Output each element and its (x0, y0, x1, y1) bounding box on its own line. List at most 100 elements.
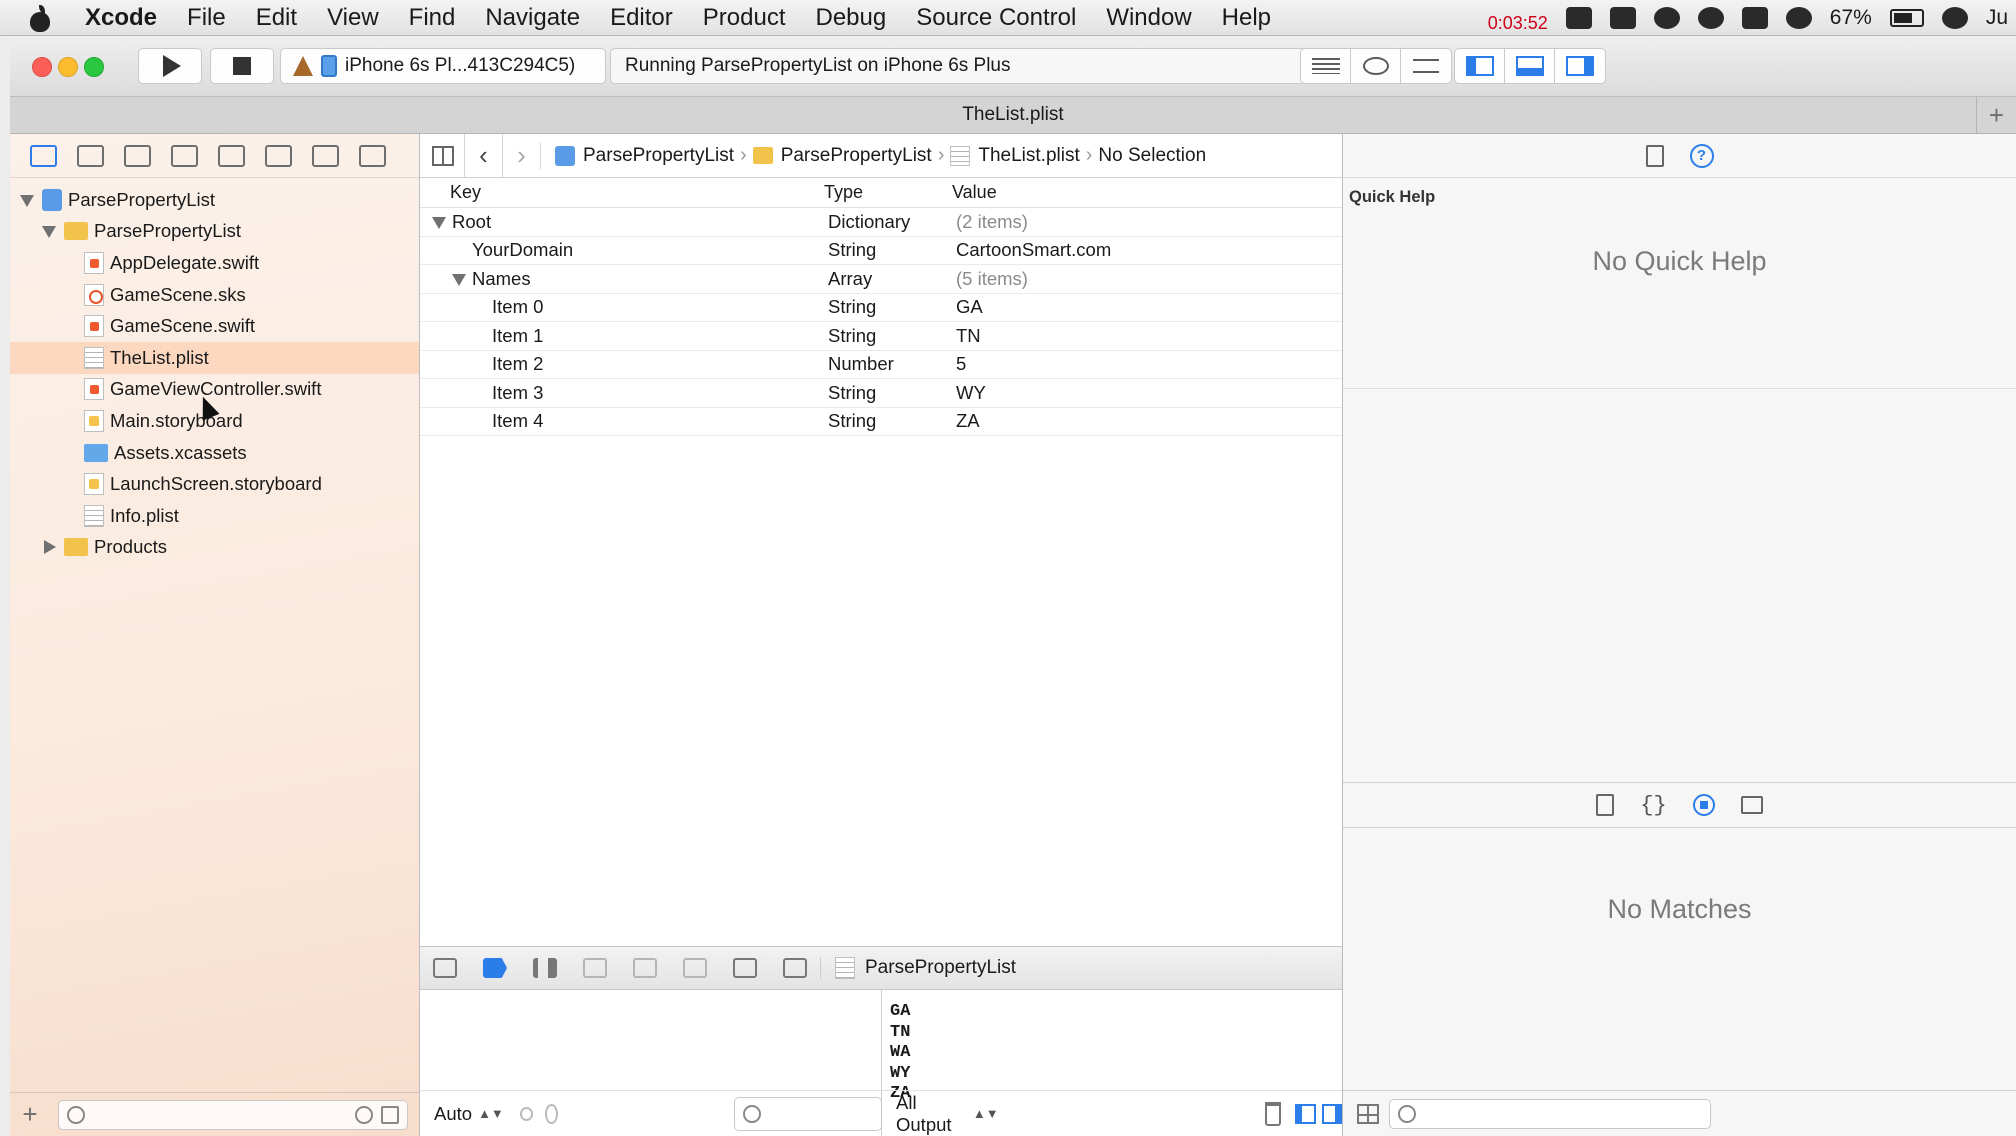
menu-debug[interactable]: Debug (801, 4, 902, 32)
symbol-navigator-icon[interactable] (77, 144, 104, 167)
show-variables-icon[interactable] (1295, 1103, 1316, 1124)
app-status-icon[interactable] (1653, 7, 1680, 29)
menu-find[interactable]: Find (394, 4, 471, 32)
tree-item-file[interactable]: Info.plist (10, 500, 419, 532)
menu-app-name[interactable]: Xcode (70, 4, 172, 32)
debug-navigator-icon[interactable] (265, 144, 292, 167)
scheme-selector[interactable]: iPhone 6s Pl...413C294C5) (280, 48, 606, 84)
breakpoint-navigator-icon[interactable] (312, 144, 339, 167)
menu-navigate[interactable]: Navigate (470, 4, 595, 32)
toggle-navigator-button[interactable] (1455, 49, 1505, 83)
console-output[interactable]: GA TN WA WY ZA (882, 990, 1342, 1105)
breadcrumb-selection[interactable]: No Selection (1092, 145, 1212, 167)
hide-debug-area-icon[interactable] (433, 958, 457, 978)
variables-filter-input[interactable] (733, 1096, 882, 1131)
assistant-editor-button[interactable] (1351, 49, 1401, 83)
zoom-window-button[interactable] (84, 57, 104, 77)
grid-view-icon[interactable] (1357, 1103, 1379, 1124)
plist-row[interactable]: Names Array (5 items) (420, 265, 1342, 294)
pause-icon[interactable] (533, 958, 557, 978)
plist-row[interactable]: Item 0 String GA (420, 294, 1342, 322)
file-inspector-icon[interactable] (1645, 144, 1664, 167)
breadcrumb-group[interactable]: ParsePropertyList (747, 145, 938, 167)
project-navigator-icon[interactable] (30, 144, 57, 167)
menu-edit[interactable]: Edit (241, 4, 312, 32)
navigator-filter-input[interactable] (58, 1099, 408, 1130)
standard-editor-button[interactable] (1301, 49, 1351, 83)
forward-arrow-icon[interactable]: › (502, 133, 540, 178)
find-navigator-icon[interactable] (124, 144, 151, 167)
debug-process[interactable]: ParsePropertyList (820, 957, 1016, 979)
battery-icon[interactable] (1889, 9, 1924, 27)
menu-view[interactable]: View (312, 4, 394, 32)
library-filter-input[interactable] (1389, 1098, 1711, 1129)
issue-navigator-icon[interactable] (171, 144, 198, 167)
scm-status-icon[interactable] (381, 1105, 399, 1124)
version-editor-button[interactable] (1401, 49, 1451, 83)
menu-editor[interactable]: Editor (595, 4, 688, 32)
tree-item-file[interactable]: Assets.xcassets (10, 437, 419, 469)
step-out-icon[interactable] (683, 958, 707, 978)
airplay-icon[interactable] (1741, 7, 1768, 29)
tree-item-file[interactable]: LaunchScreen.storyboard (10, 468, 419, 500)
output-scope-selector[interactable]: All Output ▲▼ (882, 1092, 999, 1136)
disclosure-open-icon[interactable] (40, 222, 58, 240)
stop-button[interactable] (210, 48, 274, 84)
recent-files-icon[interactable] (355, 1105, 373, 1124)
tree-item-group[interactable]: ParsePropertyList (10, 216, 419, 248)
object-library-icon[interactable] (1692, 794, 1715, 816)
add-file-button[interactable]: + (10, 1099, 50, 1130)
creative-cloud-icon[interactable] (1697, 7, 1724, 29)
column-header-key[interactable]: Key (420, 182, 818, 203)
tree-item-file[interactable]: AppDelegate.swift (10, 247, 419, 279)
column-header-type[interactable]: Type (818, 182, 948, 203)
tree-item-file-selected[interactable]: TheList.plist (10, 341, 419, 374)
close-window-button[interactable] (32, 57, 52, 77)
plist-row[interactable]: Item 1 String TN (420, 322, 1342, 351)
dropbox-icon[interactable] (1609, 7, 1636, 29)
tree-item-file[interactable]: GameViewController.swift (10, 374, 419, 406)
trash-icon[interactable] (1264, 1101, 1282, 1126)
plist-row[interactable]: Item 3 String WY (420, 379, 1342, 408)
back-arrow-icon[interactable]: ‹ (464, 133, 502, 178)
related-items-icon[interactable] (432, 145, 454, 166)
toggle-debug-area-button[interactable] (1505, 49, 1555, 83)
column-header-value[interactable]: Value (948, 182, 1342, 203)
disclosure-open-icon[interactable] (430, 213, 448, 231)
plist-row[interactable]: Item 2 Number 5 (420, 351, 1342, 379)
tree-item-file[interactable]: GameScene.swift (10, 310, 419, 342)
info-icon[interactable] (545, 1103, 558, 1124)
menu-window[interactable]: Window (1091, 4, 1206, 32)
plist-row[interactable]: YourDomain String CartoonSmart.com (420, 237, 1342, 265)
test-navigator-icon[interactable] (218, 144, 245, 167)
minimize-window-button[interactable] (58, 57, 78, 77)
tree-item-project[interactable]: ParsePropertyList (10, 184, 419, 216)
menu-help[interactable]: Help (1207, 4, 1286, 32)
quick-look-icon[interactable] (519, 1106, 534, 1121)
menu-file[interactable]: File (172, 4, 241, 32)
plist-row[interactable]: Item 4 String ZA (420, 408, 1342, 436)
show-console-icon[interactable] (1321, 1103, 1342, 1124)
quick-help-icon[interactable]: ? (1689, 143, 1714, 168)
tree-item-group[interactable]: Products (10, 532, 419, 564)
menu-product[interactable]: Product (688, 4, 801, 32)
wifi-icon[interactable] (1785, 7, 1812, 29)
breadcrumb-file[interactable]: TheList.plist (944, 145, 1085, 167)
simulate-location-icon[interactable] (783, 958, 807, 978)
display-icon[interactable] (1565, 7, 1592, 29)
plist-row[interactable]: Root Dictionary (2 items) (420, 208, 1342, 237)
menu-source-control[interactable]: Source Control (901, 4, 1091, 32)
apple-menu-icon[interactable] (28, 4, 52, 32)
report-navigator-icon[interactable] (359, 144, 386, 167)
code-snippet-library-icon[interactable]: {} (1640, 793, 1666, 818)
file-template-library-icon[interactable] (1596, 794, 1615, 816)
step-over-icon[interactable] (583, 958, 607, 978)
run-button[interactable] (138, 48, 202, 84)
tab-thelist-plist[interactable]: TheList.plist (962, 104, 1063, 126)
disclosure-open-icon[interactable] (450, 270, 468, 288)
view-debugger-icon[interactable] (733, 958, 757, 978)
disclosure-open-icon[interactable] (18, 191, 36, 209)
variables-scope-selector[interactable]: Auto ▲▼ (420, 1103, 504, 1125)
add-tab-button[interactable]: + (1976, 97, 2016, 133)
toggle-utilities-button[interactable] (1555, 49, 1605, 83)
